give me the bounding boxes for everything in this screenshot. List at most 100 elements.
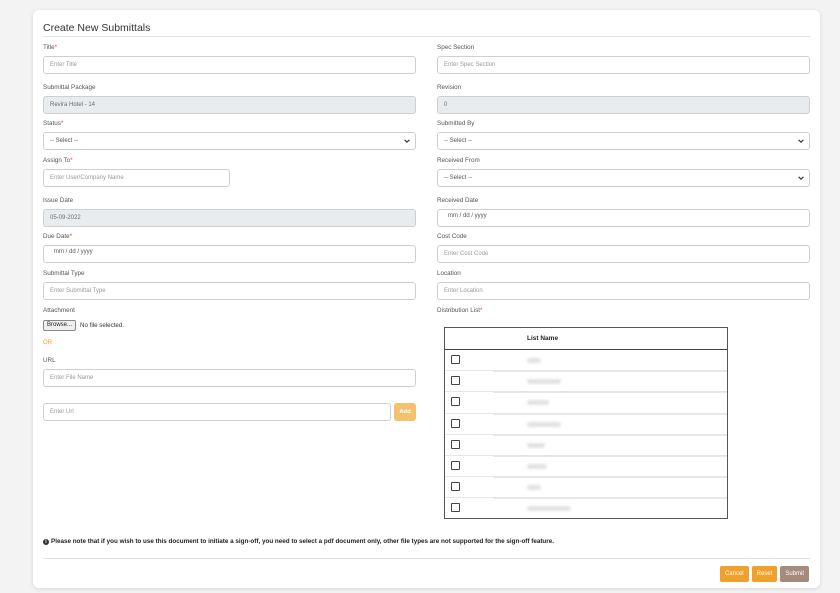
cost-code-label: Cost Code [437, 233, 467, 240]
submittal-type-label: Submittal Type [43, 270, 85, 277]
row-checkbox[interactable] [451, 397, 460, 407]
row-checkbox[interactable] [451, 376, 460, 386]
submitted-by-value: -- Select -- [444, 138, 473, 144]
distribution-list-label: Distribution List [437, 307, 481, 314]
row-checkbox[interactable] [451, 439, 460, 449]
status-select[interactable]: -- Select -- [43, 132, 416, 150]
footer-actions: Cancel Reset Submit [719, 566, 809, 582]
revision-field: Revision 0 [437, 83, 810, 114]
due-date-field: Due Date* mm / dd / yyyy [43, 232, 416, 263]
row-checkbox[interactable] [451, 460, 460, 470]
redacted-name [527, 421, 561, 427]
title-field: Title* Enter Title [43, 43, 416, 74]
table-row [445, 455, 727, 478]
page-title: Create New Submittals [43, 22, 151, 34]
row-checkbox[interactable] [451, 355, 460, 364]
submitted-by-label: Submitted By [437, 120, 475, 127]
row-checkbox[interactable] [451, 418, 460, 428]
redacted-name [527, 379, 561, 385]
redacted-name [527, 506, 571, 512]
received-date-value: mm / dd / yyyy [448, 213, 487, 219]
distribution-list-table: List Name [444, 327, 728, 519]
table-row [445, 434, 727, 456]
chevron-down-icon [798, 139, 804, 143]
sign-off-note: i Please note that if you wish to use thi… [43, 538, 554, 545]
cost-code-field: Cost Code Enter Cost Code [437, 232, 810, 263]
url-field: URL Enter File Name [43, 356, 416, 387]
list-name-header: List Name [527, 335, 559, 342]
assign-to-label: Assign To [43, 157, 71, 164]
chevron-down-icon [798, 176, 804, 180]
or-text: OR [43, 340, 52, 346]
received-from-value: -- Select -- [444, 175, 473, 181]
spec-section-label: Spec Section [437, 44, 475, 51]
table-header: List Name [445, 328, 727, 350]
cost-code-input[interactable]: Enter Cost Code [437, 245, 810, 263]
redacted-name [527, 400, 549, 406]
submittal-type-field: Submittal Type Enter Submittal Type [43, 269, 416, 300]
table-row [445, 498, 727, 519]
title-divider [43, 36, 810, 37]
table-row [445, 371, 727, 393]
issue-date-field: Issue Date 05-09-2022 [43, 196, 416, 227]
create-submittal-card: Create New Submittals Title* Enter Title… [33, 10, 820, 588]
redacted-name [527, 442, 545, 448]
received-from-label: Received From [437, 157, 480, 164]
attachment-label: Attachment [43, 307, 75, 314]
status-select-value: -- Select -- [50, 138, 79, 144]
location-field: Location Enter Location [437, 269, 810, 300]
row-checkbox[interactable] [451, 503, 460, 513]
info-icon: i [43, 539, 49, 545]
url-add-row: Enter Url Add [43, 403, 416, 421]
revision-input: 0 [437, 96, 810, 114]
due-date-input[interactable]: mm / dd / yyyy [43, 245, 416, 263]
attachment-field: Attachment Browse... No file selected. [43, 306, 416, 331]
cancel-button[interactable]: Cancel [719, 566, 749, 582]
redacted-name [527, 358, 541, 363]
due-date-label: Due Date [43, 233, 70, 240]
redacted-name [527, 485, 541, 491]
revision-label: Revision [437, 84, 462, 91]
due-date-value: mm / dd / yyyy [54, 249, 93, 255]
url-input[interactable]: Enter Url [43, 403, 391, 421]
footer-divider [43, 558, 810, 559]
submittal-package-label: Submittal Package [43, 84, 96, 91]
status-field: Status* -- Select -- [43, 119, 416, 150]
status-label: Status [43, 120, 61, 127]
issue-date-input: 05-09-2022 [43, 209, 416, 227]
submit-button[interactable]: Submit [780, 566, 809, 582]
table-row [445, 413, 727, 435]
file-name-input[interactable]: Enter File Name [43, 369, 416, 387]
table-row [445, 477, 727, 499]
title-input[interactable]: Enter Title [43, 56, 416, 74]
sign-off-note-text: Please note that if you wish to use this… [51, 538, 554, 545]
location-label: Location [437, 270, 461, 277]
no-file-text: No file selected. [80, 321, 125, 329]
received-date-field: Received Date mm / dd / yyyy [437, 196, 810, 227]
title-label: Title [43, 44, 55, 51]
add-url-button[interactable]: Add [394, 403, 416, 421]
submitted-by-select[interactable]: -- Select -- [437, 132, 810, 150]
table-row [445, 350, 727, 372]
row-checkbox[interactable] [451, 482, 460, 492]
reset-button[interactable]: Reset [751, 566, 778, 582]
submittal-package-input: Revira Hotel - 14 [43, 96, 416, 114]
redacted-name [527, 463, 547, 469]
location-input[interactable]: Enter Location [437, 282, 810, 300]
spec-section-input[interactable]: Enter Spec Section [437, 56, 810, 74]
spec-section-field: Spec Section Enter Spec Section [437, 43, 810, 74]
received-date-input[interactable]: mm / dd / yyyy [437, 209, 810, 227]
table-row [445, 392, 727, 414]
issue-date-label: Issue Date [43, 197, 74, 204]
required-mark: * [54, 44, 58, 51]
url-label: URL [43, 357, 56, 364]
or-separator: OR [43, 340, 416, 346]
submittal-type-input[interactable]: Enter Submittal Type [43, 282, 416, 300]
received-from-field: Received From -- Select -- [437, 156, 810, 187]
received-date-label: Received Date [437, 197, 479, 204]
browse-button[interactable]: Browse... [43, 319, 77, 331]
assign-to-input[interactable]: Enter User/Company Name [43, 169, 230, 187]
assign-to-field: Assign To* Enter User/Company Name [43, 156, 230, 187]
submitted-by-field: Submitted By -- Select -- [437, 119, 810, 150]
received-from-select[interactable]: -- Select -- [437, 169, 810, 187]
